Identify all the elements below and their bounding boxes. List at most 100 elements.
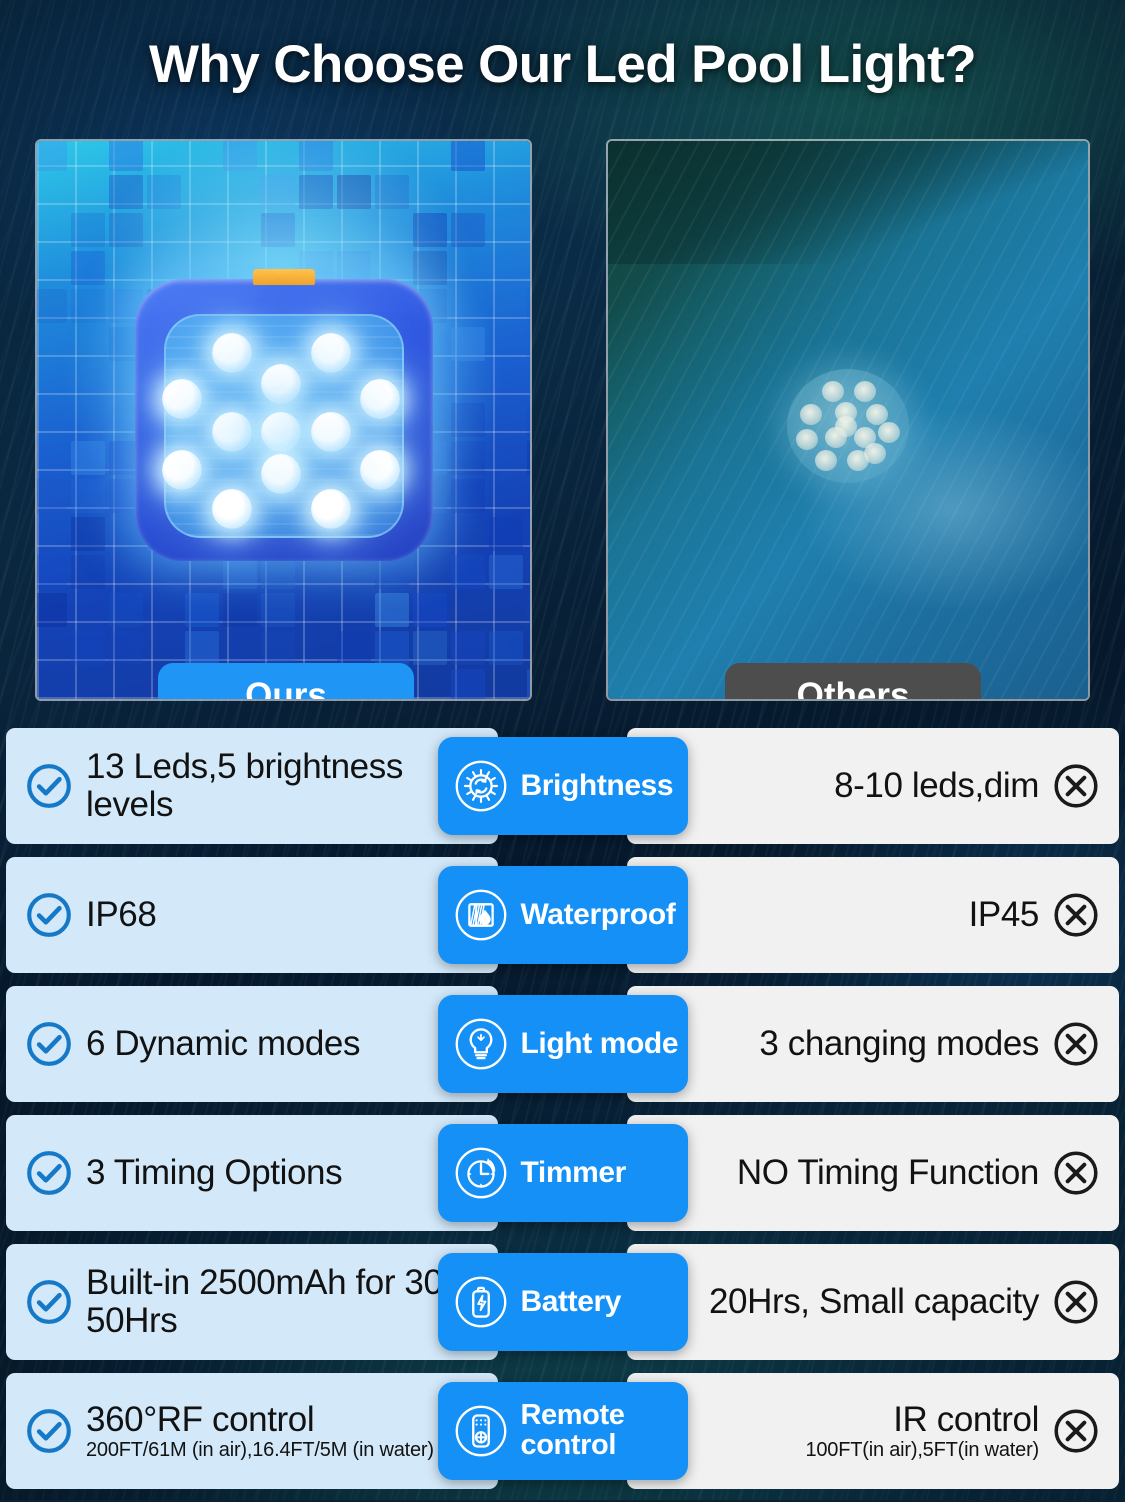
others-value: 20Hrs, Small capacity — [709, 1283, 1039, 1321]
others-value: IR control 100FT(in air),5FT(in water) — [805, 1401, 1039, 1461]
led-light-device — [135, 279, 433, 561]
mosaic-tile — [109, 631, 143, 665]
competitor-led-bulb — [796, 429, 818, 450]
mosaic-tile — [527, 669, 532, 701]
check-circle-icon — [24, 761, 74, 811]
ours-cell: IP68 — [6, 857, 498, 973]
ours-value: 13 Leds,5 brightness levels — [86, 748, 498, 824]
competitor-light-device — [787, 369, 909, 483]
mosaic-tile — [261, 593, 295, 627]
mosaic-tile — [261, 631, 295, 665]
mosaic-tile — [413, 593, 447, 627]
mosaic-tile — [185, 593, 219, 627]
x-circle-icon — [1051, 1277, 1101, 1327]
mosaic-tile — [451, 555, 485, 589]
ours-subvalue: 200FT/61M (in air),16.4FT/5M (in water) — [86, 1439, 434, 1461]
mosaic-tile — [489, 631, 523, 665]
led-bulb — [311, 412, 351, 452]
x-circle-icon — [1051, 1148, 1101, 1198]
others-value: NO Timing Function — [737, 1154, 1039, 1192]
mosaic-tile — [35, 479, 67, 513]
check-circle-icon — [24, 1019, 74, 1069]
mosaic-tile — [451, 479, 485, 513]
competitor-led-bulb — [835, 416, 857, 437]
ours-value: 3 Timing Options — [86, 1154, 342, 1192]
ours-cell: 6 Dynamic modes — [6, 986, 498, 1102]
mosaic-tile — [337, 631, 371, 665]
comparison-row: 13 Leds,5 brightness levels Brightness 8-1… — [6, 728, 1119, 844]
feature-badge: Light mode — [438, 995, 688, 1093]
feature-label: Waterproof — [521, 900, 676, 931]
x-circle-icon — [1051, 1019, 1101, 1069]
ours-cell: Built-in 2500mAh for 30-50Hrs — [6, 1244, 498, 1360]
comparison-table: 13 Leds,5 brightness levels Brightness 8-1… — [6, 728, 1119, 1502]
others-value: 8-10 leds,dim — [834, 767, 1039, 805]
mosaic-tile — [527, 441, 532, 475]
mosaic-tile — [71, 479, 105, 513]
competitor-led-bulb — [854, 381, 876, 402]
mosaic-tile — [489, 555, 523, 589]
mosaic-tile — [375, 631, 409, 665]
photo-ours: Ours — [35, 139, 532, 701]
mosaic-tile — [223, 593, 257, 627]
brightness-icon — [450, 755, 512, 817]
photo-others: Others — [606, 139, 1090, 701]
check-circle-icon — [24, 1406, 74, 1456]
ours-value: 6 Dynamic modes — [86, 1025, 360, 1063]
led-bulb — [212, 412, 252, 452]
photo-comparison: Ours Others — [35, 139, 1090, 701]
x-circle-icon — [1051, 761, 1101, 811]
timer-icon — [450, 1142, 512, 1204]
others-cell: 3 changing modes — [627, 986, 1119, 1102]
led-bulb — [261, 454, 301, 494]
others-value: 3 changing modes — [759, 1025, 1039, 1063]
competitor-led-bulb — [800, 404, 822, 425]
feature-badge: Timmer — [438, 1124, 688, 1222]
ours-cell: 3 Timing Options — [6, 1115, 498, 1231]
feature-badge: Remote control — [438, 1382, 688, 1480]
mosaic-tile — [413, 631, 447, 665]
ours-value: IP68 — [86, 896, 156, 934]
others-cell: NO Timing Function — [627, 1115, 1119, 1231]
lightbulb-icon — [450, 1013, 512, 1075]
led-bulb — [261, 364, 301, 404]
comparison-row: 6 Dynamic modes Light mode 3 changing mode… — [6, 986, 1119, 1102]
led-bulb — [162, 450, 202, 490]
feature-label: Light mode — [521, 1029, 679, 1060]
competitor-led-bulb — [815, 450, 837, 471]
others-subvalue: 100FT(in air),5FT(in water) — [805, 1439, 1039, 1461]
others-cell: 20Hrs, Small capacity — [627, 1244, 1119, 1360]
led-bulb — [311, 489, 351, 529]
comparison-row: 3 Timing Options Timmer NO Timing Function — [6, 1115, 1119, 1231]
led-bulb — [212, 333, 252, 373]
led-bulb — [162, 379, 202, 419]
feature-badge: Brightness — [438, 737, 688, 835]
led-bulb — [212, 489, 252, 529]
caption-others: Others — [725, 663, 981, 701]
feature-badge: Battery — [438, 1253, 688, 1351]
ours-cell: 360°RF control 200FT/61M (in air),16.4FT/… — [6, 1373, 498, 1489]
x-circle-icon — [1051, 890, 1101, 940]
mosaic-tile — [71, 631, 105, 665]
mosaic-tile — [71, 441, 105, 475]
comparison-row: 360°RF control 200FT/61M (in air),16.4FT/… — [6, 1373, 1119, 1489]
mosaic-tile — [185, 631, 219, 665]
waterproof-icon — [450, 884, 512, 946]
caption-ours: Ours — [158, 663, 414, 701]
battery-icon — [450, 1271, 512, 1333]
ours-value: 360°RF control 200FT/61M (in air),16.4FT/… — [86, 1401, 434, 1461]
ours-cell: 13 Leds,5 brightness levels — [6, 728, 498, 844]
others-value: IP45 — [969, 896, 1039, 934]
mosaic-tile — [527, 593, 532, 627]
competitor-led-bulb — [878, 422, 900, 443]
led-bulb — [261, 412, 301, 452]
others-cell: IP45 — [627, 857, 1119, 973]
ours-value: Built-in 2500mAh for 30-50Hrs — [86, 1264, 498, 1340]
mosaic-tile — [71, 517, 105, 551]
remote-control-icon — [450, 1400, 512, 1462]
check-circle-icon — [24, 1277, 74, 1327]
x-circle-icon — [1051, 1406, 1101, 1456]
feature-label: Remote control — [521, 1401, 688, 1461]
mosaic-tile — [451, 631, 485, 665]
mosaic-tile — [451, 441, 485, 475]
